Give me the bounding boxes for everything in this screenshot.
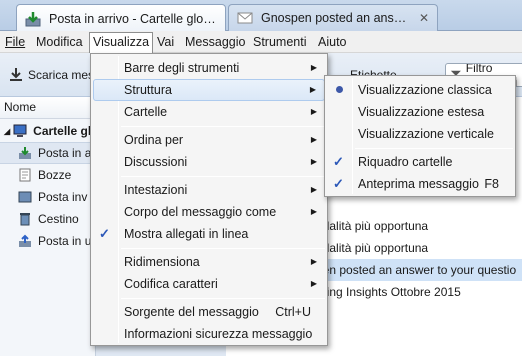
submenu-arrow-icon: ▶ xyxy=(310,257,317,266)
computer-icon xyxy=(13,124,27,137)
tab-label: Posta in arrivo - Cartelle globali xyxy=(49,11,217,26)
tab-inbox[interactable]: Posta in arrivo - Cartelle globali xyxy=(16,4,226,32)
inbox-icon xyxy=(19,147,31,159)
tab-strip: Posta in arrivo - Cartelle globali Gnosp… xyxy=(0,0,522,32)
menu-item-folders[interactable]: Cartelle ▶ xyxy=(93,101,325,123)
inbox-icon xyxy=(25,11,41,26)
sent-icon xyxy=(18,191,32,203)
folder-column-header[interactable]: Nome xyxy=(0,97,96,119)
menu-item-message-pane[interactable]: ✓ Anteprima messaggio F8 xyxy=(327,173,513,195)
trash-icon xyxy=(20,213,30,226)
menu-item-encoding[interactable]: Codifica caratteri ▶ xyxy=(93,273,325,295)
download-icon xyxy=(10,68,22,81)
menu-item-body-as[interactable]: Corpo del messaggio come ▶ xyxy=(93,201,325,223)
submenu-arrow-icon: ▶ xyxy=(310,135,317,144)
menu-item-folder-pane[interactable]: ✓ Riquadro cartelle xyxy=(327,151,513,173)
menu-item-classic-view[interactable]: Visualizzazione classica xyxy=(327,79,513,101)
folder-pane: Nome ◢ Cartelle glo Posta in a Bozze Pos… xyxy=(0,97,99,356)
submenu-arrow-icon: ▶ xyxy=(310,107,317,116)
menu-item-layout[interactable]: Struttura ▶ xyxy=(93,79,325,101)
menu-aiuto[interactable]: Aiuto xyxy=(315,33,350,51)
checkmark-icon: ✓ xyxy=(333,154,344,169)
submenu-arrow-icon: ▶ xyxy=(310,207,317,216)
submenu-arrow-icon: ▶ xyxy=(310,279,317,288)
expand-arrow-icon[interactable]: ◢ xyxy=(4,127,10,136)
account-row[interactable]: ◢ Cartelle glo xyxy=(0,120,99,142)
tab-message[interactable]: Gnospen posted an answe… ✕ xyxy=(228,4,438,31)
menu-vai[interactable]: Vai xyxy=(154,33,177,51)
menu-strumenti[interactable]: Strumenti xyxy=(250,33,310,51)
layout-submenu: Visualizzazione classica Visualizzazione… xyxy=(324,75,516,197)
menu-messaggio[interactable]: Messaggio xyxy=(182,33,248,51)
menu-item-threads[interactable]: Discussioni ▶ xyxy=(93,151,325,173)
document-icon xyxy=(19,168,31,182)
menu-file[interactable]: File xyxy=(2,33,28,51)
menu-separator xyxy=(121,248,325,249)
envelope-icon xyxy=(237,12,253,24)
menu-separator xyxy=(121,126,325,127)
folder-item-outbox[interactable]: Posta in u xyxy=(0,230,96,252)
menu-item-headers[interactable]: Intestazioni ▶ xyxy=(93,179,325,201)
folder-item-inbox[interactable]: Posta in a xyxy=(0,142,96,164)
folder-item-sent[interactable]: Posta inv xyxy=(0,186,96,208)
menu-separator xyxy=(121,176,325,177)
menu-item-toolbars[interactable]: Barre degli strumenti ▶ xyxy=(93,57,325,79)
menu-visualizza[interactable]: Visualizza xyxy=(89,32,154,53)
submenu-arrow-icon: ▶ xyxy=(310,185,317,194)
folder-item-trash[interactable]: Cestino xyxy=(0,208,96,230)
close-icon[interactable]: ✕ xyxy=(419,11,429,25)
menu-modifica[interactable]: Modifica xyxy=(33,33,86,51)
folder-item-drafts[interactable]: Bozze xyxy=(0,164,96,186)
view-menu: Barre degli strumenti ▶ Struttura ▶ Cart… xyxy=(90,53,328,346)
menu-item-vertical-view[interactable]: Visualizzazione verticale xyxy=(327,123,513,145)
menu-item-security-info[interactable]: Informazioni sicurezza messaggio xyxy=(93,323,325,345)
menu-item-source[interactable]: Sorgente del messaggio Ctrl+U xyxy=(93,301,325,323)
menu-separator xyxy=(355,148,513,149)
menu-item-zoom[interactable]: Ridimensiona ▶ xyxy=(93,251,325,273)
submenu-arrow-icon: ▶ xyxy=(310,157,317,166)
menu-bar: File Modifica Visualizza Vai Messaggio S… xyxy=(0,31,522,53)
submenu-arrow-icon: ▶ xyxy=(310,63,317,72)
checkmark-icon: ✓ xyxy=(333,176,344,191)
radio-selected-icon xyxy=(336,86,343,93)
menu-item-sort-by[interactable]: Ordina per ▶ xyxy=(93,129,325,151)
tab-label: Gnospen posted an answe… xyxy=(261,11,411,25)
get-mail-button[interactable]: Scarica mes xyxy=(8,64,94,86)
menu-separator xyxy=(121,298,325,299)
menu-item-inline-attachments[interactable]: ✓ Mostra allegati in linea xyxy=(93,223,325,245)
shortcut-label: F8 xyxy=(484,177,499,191)
checkmark-icon: ✓ xyxy=(99,226,110,241)
submenu-arrow-icon: ▶ xyxy=(309,85,316,94)
outbox-icon xyxy=(19,234,31,247)
shortcut-label: Ctrl+U xyxy=(275,305,311,319)
menu-item-wide-view[interactable]: Visualizzazione estesa xyxy=(327,101,513,123)
